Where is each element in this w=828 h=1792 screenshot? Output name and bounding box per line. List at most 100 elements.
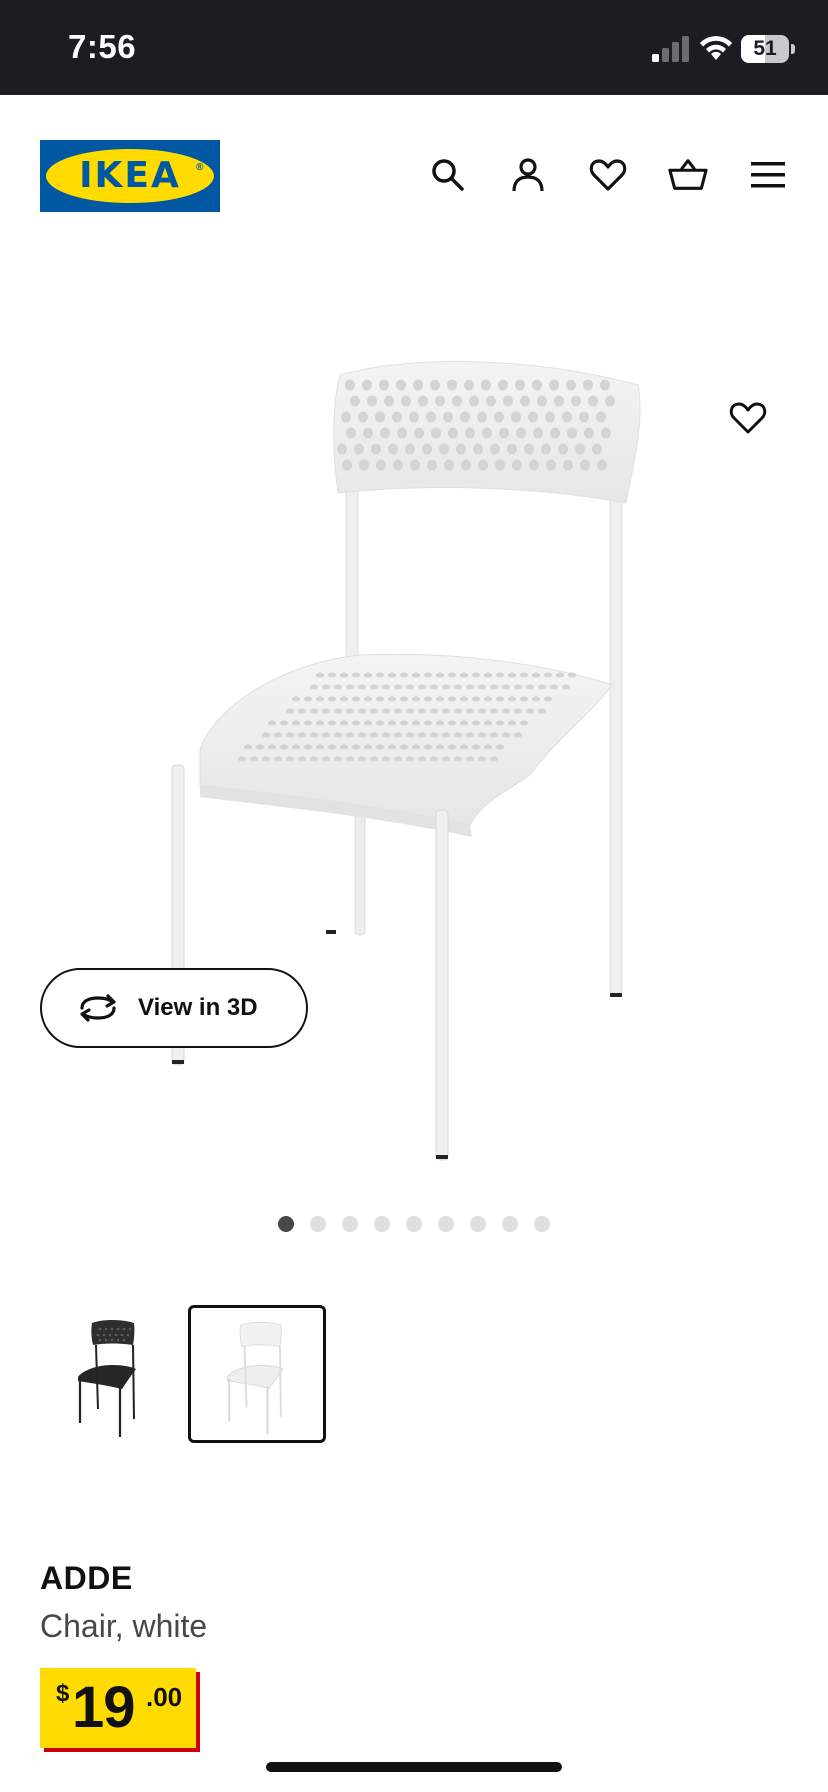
seat-hole — [358, 684, 366, 690]
seat-hole — [424, 744, 432, 750]
seat-hole — [340, 696, 348, 702]
backrest-hole — [460, 411, 470, 423]
pagination-dot[interactable] — [534, 1216, 550, 1232]
seat-hole — [370, 732, 378, 738]
backrest-hole — [367, 395, 377, 407]
seat-hole — [316, 696, 324, 702]
seat-hole — [328, 672, 336, 678]
ikea-logo[interactable]: IKEA ® — [40, 140, 220, 212]
seat-hole — [514, 684, 522, 690]
backrest-hole — [601, 427, 611, 439]
backrest-hole — [393, 459, 403, 471]
seat-hole — [400, 744, 408, 750]
backrest-hole — [494, 411, 504, 423]
backrest-hole — [414, 427, 424, 439]
seat-hole — [412, 720, 420, 726]
backrest-hole — [379, 379, 389, 391]
product-description: Chair, white — [40, 1608, 208, 1644]
account-button[interactable] — [508, 155, 548, 195]
seat-hole — [394, 732, 402, 738]
seat-hole — [256, 744, 264, 750]
shopping-basket-button[interactable] — [668, 155, 708, 195]
seat-hole — [472, 720, 480, 726]
pagination-dot[interactable] — [342, 1216, 358, 1232]
seat-hole — [442, 756, 450, 762]
seat-hole — [442, 708, 450, 714]
seat-hole — [346, 756, 354, 762]
seat-hole — [508, 672, 516, 678]
pagination-dot[interactable] — [406, 1216, 422, 1232]
home-indicator[interactable] — [266, 1762, 562, 1772]
seat-hole — [490, 708, 498, 714]
seat-hole — [454, 708, 462, 714]
seat-hole — [310, 684, 318, 690]
seat-hole — [352, 672, 360, 678]
seat-hole — [376, 720, 384, 726]
backrest-hole — [384, 395, 394, 407]
backrest-hole — [422, 443, 432, 455]
seat-hole — [508, 720, 516, 726]
pagination-dot[interactable] — [502, 1216, 518, 1232]
seat-hole — [436, 672, 444, 678]
pagination-dot[interactable] — [310, 1216, 326, 1232]
seat-hole — [538, 708, 546, 714]
thumbnail-white-chair[interactable] — [188, 1305, 326, 1443]
backrest-hole — [554, 395, 564, 407]
seat-hole — [340, 672, 348, 678]
seat-hole — [394, 756, 402, 762]
seat-hole — [364, 696, 372, 702]
backrest-hole — [482, 427, 492, 439]
status-time: 7:56 — [68, 28, 137, 65]
seat-hole — [304, 744, 312, 750]
favorites-button[interactable] — [588, 155, 628, 195]
seat-hole — [304, 720, 312, 726]
pagination-dot[interactable] — [374, 1216, 390, 1232]
seat-hole — [478, 708, 486, 714]
seat-hole — [412, 672, 420, 678]
pagination-dot[interactable] — [470, 1216, 486, 1232]
seat-hole — [310, 732, 318, 738]
backrest-hole — [477, 411, 487, 423]
backrest-hole — [533, 427, 543, 439]
seat-hole — [370, 684, 378, 690]
backrest-hole — [380, 427, 390, 439]
backrest-hole — [529, 459, 539, 471]
seat-hole — [484, 672, 492, 678]
seat-hole — [376, 696, 384, 702]
seat-hole — [346, 684, 354, 690]
seat-hole — [340, 720, 348, 726]
seat-hole — [436, 720, 444, 726]
thumbnail-black-chair[interactable] — [40, 1305, 178, 1443]
seat-hole — [442, 684, 450, 690]
seat-hole — [544, 672, 552, 678]
seat-hole — [514, 732, 522, 738]
menu-button[interactable] — [748, 155, 788, 195]
backrest-hole — [397, 427, 407, 439]
seat-hole — [286, 756, 294, 762]
pagination-dot[interactable] — [278, 1216, 294, 1232]
seat-hole — [400, 696, 408, 702]
seat-hole — [364, 672, 372, 678]
search-button[interactable] — [428, 155, 468, 195]
seat-hole — [502, 708, 510, 714]
seat-hole — [298, 756, 306, 762]
add-to-favorites-button[interactable] — [726, 396, 770, 440]
backrest-hole — [405, 443, 415, 455]
search-icon — [432, 159, 464, 191]
backrest-hole — [418, 395, 428, 407]
backrest-hole — [375, 411, 385, 423]
backrest-hole — [579, 411, 589, 423]
seat-hole — [496, 696, 504, 702]
view-in-3d-button[interactable]: View in 3D — [40, 968, 308, 1048]
seat-hole — [370, 756, 378, 762]
backrest-hole — [469, 395, 479, 407]
seat-hole — [532, 696, 540, 702]
seat-hole — [316, 720, 324, 726]
seat-hole — [334, 756, 342, 762]
seat-hole — [502, 684, 510, 690]
pagination-dot[interactable] — [438, 1216, 454, 1232]
seat-hole — [328, 720, 336, 726]
seat-hole — [262, 756, 270, 762]
seat-hole — [412, 696, 420, 702]
backrest-hole — [392, 411, 402, 423]
